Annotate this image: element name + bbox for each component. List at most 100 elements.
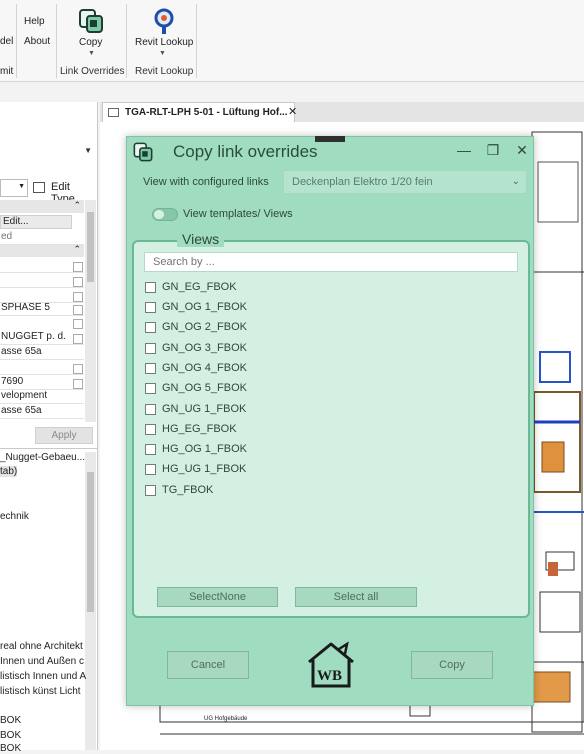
property-checkbox[interactable]: [73, 277, 83, 287]
view-checkbox[interactable]: [145, 485, 156, 496]
dropdown-arrow-icon: ▼: [159, 50, 166, 57]
view-label: TG_FBOK: [162, 484, 214, 496]
type-filter-dropdown[interactable]: ▼: [0, 179, 28, 197]
copy-link-overrides-dialog: Copy link overrides — ❐ ✕ View with conf…: [126, 136, 534, 706]
property-checkbox[interactable]: [73, 319, 83, 329]
toggle-label: View templates/ Views: [183, 208, 293, 220]
project-browser-item[interactable]: BOK: [0, 715, 21, 726]
type-selector-arrow-icon[interactable]: ▼: [84, 146, 92, 155]
properties-scrollbar[interactable]: [85, 200, 96, 422]
copy-ribbon-label: Copy: [79, 37, 103, 48]
dialog-title: Copy link overrides: [173, 142, 318, 161]
property-row: [0, 273, 84, 288]
search-input[interactable]: [144, 252, 518, 272]
property-row: [0, 360, 84, 375]
project-browser-item[interactable]: BOK: [0, 743, 21, 754]
group-header: ⌃: [0, 244, 84, 257]
select-all-button[interactable]: Select all: [295, 587, 417, 607]
edit-type-icon: [33, 182, 45, 193]
property-row: [0, 258, 84, 273]
view-combo[interactable]: Deckenplan Elektro 1/20 fein ⌄: [283, 170, 527, 194]
maximize-icon[interactable]: ❐: [484, 141, 502, 159]
property-checkbox[interactable]: [73, 292, 83, 302]
view-checkbox[interactable]: [145, 424, 156, 435]
wb-logo: WB: [305, 640, 357, 690]
project-browser-item[interactable]: tab): [0, 466, 18, 477]
view-label: GN_OG 4_FBOK: [162, 362, 247, 374]
project-browser-item[interactable]: Innen und Außen c: [0, 656, 84, 667]
group-header: ⌃: [0, 200, 84, 213]
ribbon-separator: [196, 4, 197, 78]
view-label: GN_OG 5_FBOK: [162, 382, 247, 394]
drawing-caption: UG Hofgebäude: [204, 716, 248, 722]
scrollbar-thumb[interactable]: [87, 472, 94, 612]
property-row: velopment: [0, 389, 84, 404]
browser-scrollbar[interactable]: [85, 452, 96, 750]
copy-icon: [133, 142, 153, 162]
view-checkbox[interactable]: [145, 363, 156, 374]
floor-plan-icon: [108, 108, 119, 117]
view-label: HG_UG 1_FBOK: [162, 463, 247, 475]
project-browser-item[interactable]: _Nugget-Gebaeu...: [0, 452, 85, 463]
project-browser-item[interactable]: listisch Innen und A: [0, 671, 86, 682]
magnifier-icon: [154, 8, 174, 34]
scrollbar-thumb[interactable]: [87, 212, 94, 282]
close-icon[interactable]: ✕: [513, 141, 531, 159]
copy-button[interactable]: Copy: [411, 651, 493, 679]
view-checkbox[interactable]: [145, 282, 156, 293]
view-checkbox[interactable]: [145, 404, 156, 415]
edit-visibility-button[interactable]: Edit...: [0, 215, 72, 229]
view-label: HG_OG 1_FBOK: [162, 443, 247, 455]
panel-label-link-overrides: Link Overrides: [60, 66, 125, 77]
project-browser-item[interactable]: real ohne Architekt: [0, 641, 83, 652]
edit-type-button[interactable]: Edit Type: [32, 179, 96, 205]
logo-text: WB: [317, 668, 343, 684]
view-checkbox[interactable]: [145, 444, 156, 455]
view-templates-toggle[interactable]: [152, 208, 178, 221]
property-checkbox[interactable]: [73, 364, 83, 374]
revit-lookup-ribbon-label: Revit Lookup: [135, 37, 194, 48]
project-browser-item[interactable]: echnik: [0, 511, 29, 522]
chevron-down-icon: ⌄: [511, 176, 520, 187]
property-row: NUGGET p. d.: [0, 330, 84, 345]
property-checkbox[interactable]: [73, 334, 83, 344]
type-preview: ▼: [0, 104, 96, 180]
project-browser-item[interactable]: BOK: [0, 730, 21, 741]
apply-button[interactable]: Apply: [35, 427, 93, 444]
minimize-icon[interactable]: —: [455, 141, 473, 159]
copy-icon: [79, 9, 103, 33]
property-checkbox[interactable]: [73, 262, 83, 272]
views-legend: Views: [177, 231, 225, 247]
collapse-icon[interactable]: ⌃: [73, 200, 81, 211]
panel-label-revit-lookup: Revit Lookup: [135, 66, 194, 77]
property-checkbox[interactable]: [73, 379, 83, 389]
view-tab[interactable]: TGA-RLT-LPH 5-01 - Lüftung Hof...: [102, 102, 295, 122]
view-combo-label: View with configured links: [143, 176, 269, 188]
property-row: SPHASE 5: [0, 301, 84, 316]
about-button[interactable]: About: [24, 36, 50, 47]
help-button[interactable]: Help: [24, 16, 45, 27]
close-tab-icon[interactable]: ✕: [288, 105, 297, 118]
view-checkbox[interactable]: [145, 302, 156, 313]
cancel-button[interactable]: Cancel: [167, 651, 249, 679]
view-checkbox[interactable]: [145, 383, 156, 394]
view-checkbox[interactable]: [145, 322, 156, 333]
collapse-icon[interactable]: ⌃: [73, 244, 81, 255]
ribbon-model-label[interactable]: del: [0, 36, 13, 47]
panel-divider: [0, 448, 98, 449]
ribbon-separator: [126, 4, 127, 78]
select-none-button[interactable]: SelectNone: [157, 587, 278, 607]
view-tab-bar: TGA-RLT-LPH 5-01 - Lüftung Hof... ✕: [100, 102, 584, 122]
view-checkbox[interactable]: [145, 464, 156, 475]
property-checkbox[interactable]: [73, 305, 83, 315]
project-browser-item[interactable]: listisch künst Licht: [0, 686, 81, 697]
view-label: HG_EG_FBOK: [162, 423, 237, 435]
dropdown-arrow-icon: ▼: [88, 50, 95, 57]
view-combo-value: Deckenplan Elektro 1/20 fein: [292, 176, 433, 188]
view-label: GN_OG 3_FBOK: [162, 342, 247, 354]
ribbon: del mit Help About Copy ▼ Revit Lookup ▼…: [0, 0, 584, 82]
chevron-down-icon: ▼: [18, 183, 25, 190]
view-label: GN_OG 1_FBOK: [162, 301, 247, 313]
view-checkbox[interactable]: [145, 343, 156, 354]
drag-handle[interactable]: [315, 136, 345, 142]
